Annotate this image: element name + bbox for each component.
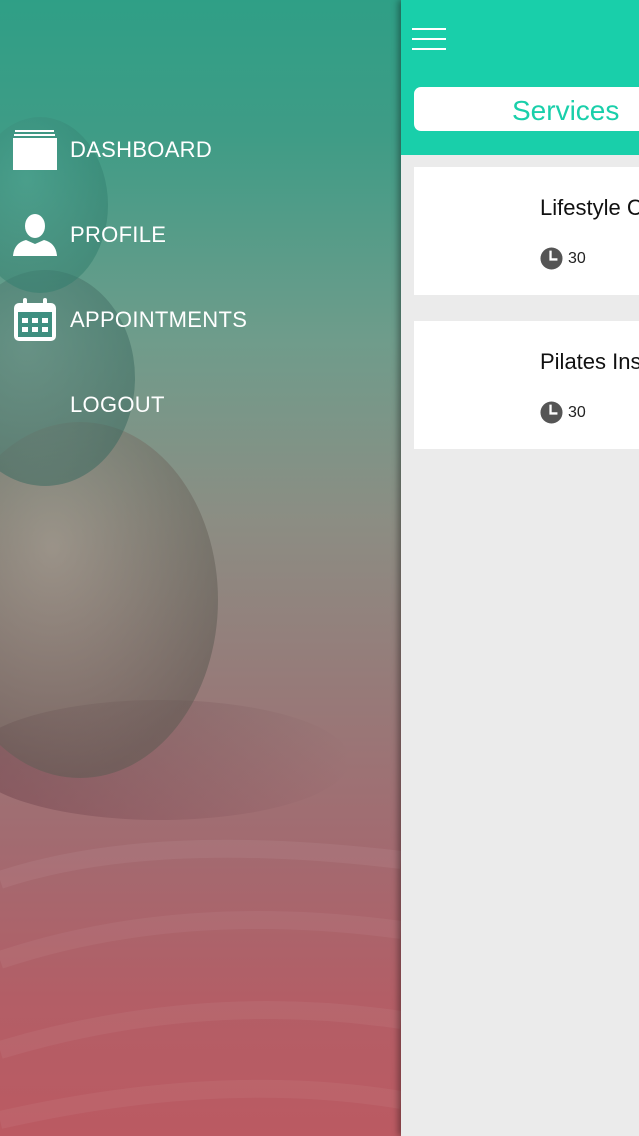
- clock-icon: [540, 247, 563, 270]
- calendar-icon: [12, 297, 58, 343]
- service-card[interactable]: Lifestyle C 30: [414, 167, 639, 295]
- main-content: Services Lifestyle C 30 Pilates Ins 30: [401, 0, 639, 1136]
- menu-item-logout[interactable]: LOGOUT: [0, 375, 401, 435]
- clock-icon: [540, 401, 563, 424]
- service-duration-value: 30: [568, 249, 586, 267]
- service-duration: 30: [540, 401, 586, 424]
- menu-label-dashboard: DASHBOARD: [70, 137, 213, 162]
- header-bar: Services: [401, 0, 639, 155]
- tab-services-label: Services: [512, 95, 620, 126]
- side-drawer: DASHBOARD PROFILE APPOINTMENTS LOGOUT: [0, 0, 401, 1136]
- user-icon: [12, 212, 58, 258]
- dashboard-icon: [12, 127, 58, 173]
- menu-label-appointments: APPOINTMENTS: [70, 307, 248, 332]
- tab-services[interactable]: Services: [414, 87, 639, 131]
- menu-label-profile: PROFILE: [70, 222, 167, 247]
- menu-item-profile[interactable]: PROFILE: [0, 205, 401, 265]
- service-duration: 30: [540, 247, 586, 270]
- service-duration-value: 30: [568, 403, 586, 421]
- service-title: Pilates Ins: [540, 349, 639, 374]
- service-title: Lifestyle C: [540, 195, 639, 220]
- menu-label-logout: LOGOUT: [70, 392, 165, 417]
- hamburger-icon[interactable]: [412, 26, 448, 52]
- menu-item-appointments[interactable]: APPOINTMENTS: [0, 290, 401, 350]
- service-card[interactable]: Pilates Ins 30: [414, 321, 639, 449]
- menu-item-dashboard[interactable]: DASHBOARD: [0, 120, 401, 180]
